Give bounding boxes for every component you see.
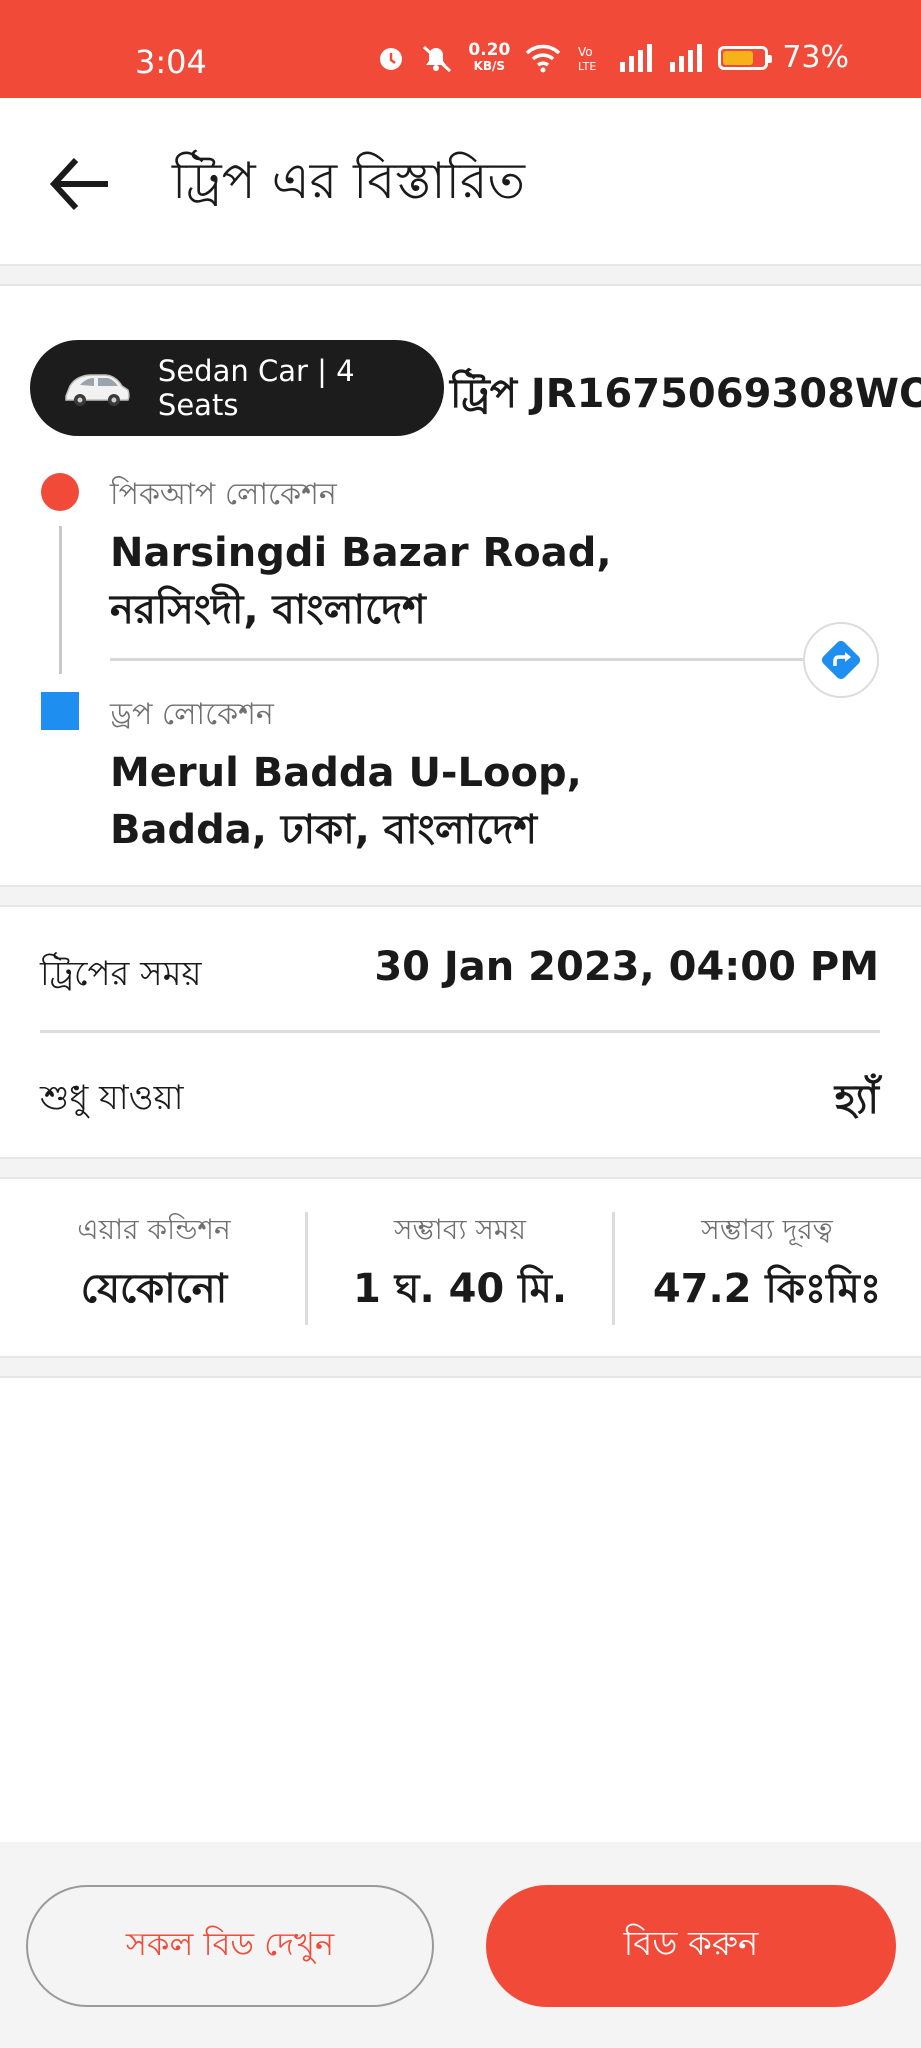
car-icon [65, 374, 130, 406]
stat-estimated-time: সম্ভাব্য সময় 1 ঘ. 40 মি. [310, 1210, 610, 1314]
vehicle-label: Sedan Car | 4 Seats [157, 354, 355, 422]
pickup-label: পিকআপ লোকেশন [110, 477, 337, 512]
battery-icon [718, 45, 773, 70]
status-bar: 3:04 0.20 KB/S Vo LTE 73% [0, 0, 921, 98]
trip-time-label: ট্রিপের সময় [40, 954, 202, 994]
signal-icon [668, 43, 704, 72]
stat-value: 1 ঘ. 40 মি. [352, 1266, 568, 1312]
arrow-left-icon [49, 157, 108, 211]
stat-label: সম্ভাব্য সময় [394, 1213, 526, 1246]
directions-icon [821, 640, 861, 680]
bid-button[interactable]: বিড করুন [486, 1885, 896, 2007]
pickup-marker-icon [41, 473, 79, 511]
stat-value: 47.2 কিঃমিঃ [652, 1266, 882, 1312]
battery-fill [723, 50, 753, 65]
stat-label: এয়ার কন্ডিশন [77, 1213, 231, 1246]
drop-label: ড্রপ লোকেশন [110, 697, 274, 732]
one-way-label: শুধু যাওয়া [40, 1078, 184, 1118]
drop-address: Merul Badda U-Loop, Badda, ঢাকা, বাংলাদে… [110, 750, 582, 853]
section-divider [0, 264, 921, 286]
bottom-action-bar: সকল বিড দেখুন বিড করুন [0, 1842, 921, 2048]
back-button[interactable] [44, 148, 116, 220]
net-speed-unit: KB/S [473, 58, 506, 73]
net-speed: 0.20 KB/S [468, 39, 511, 74]
stat-value: যেকোনো [80, 1266, 228, 1312]
battery-percent: 73% [782, 40, 849, 75]
pickup-address: Narsingdi Bazar Road, নরসিংদী, বাংলাদেশ [110, 530, 612, 633]
trip-time-value: 30 Jan 2023, 04:00 PM [374, 944, 879, 990]
alarm-icon [376, 43, 406, 73]
section-divider [0, 1157, 921, 1179]
drop-marker-icon [41, 692, 79, 730]
page-title: ট্রিপ এর বিস্তারিত [172, 152, 525, 210]
stat-label: সম্ভাব্য দূরত্ব [701, 1213, 833, 1246]
signal-icon [618, 43, 654, 72]
app-bar: ট্রিপ এর বিস্তারিত [0, 98, 921, 264]
route-divider [110, 658, 810, 661]
directions-button[interactable] [803, 622, 879, 698]
status-time: 3:04 [135, 43, 207, 81]
mute-icon [420, 43, 454, 73]
row-divider [40, 1030, 880, 1033]
svg-text:LTE: LTE [578, 60, 596, 73]
svg-text:Vo: Vo [578, 45, 593, 59]
route-line [59, 526, 62, 674]
vehicle-badge: Sedan Car | 4 Seats [30, 340, 444, 436]
stat-estimated-distance: সম্ভাব্য দূরত্ব 47.2 কিঃমিঃ [617, 1210, 917, 1314]
stat-divider [612, 1212, 615, 1325]
one-way-value: হ্যাঁ [834, 1077, 879, 1123]
section-divider [0, 885, 921, 907]
volte-icon: Vo LTE [576, 43, 604, 73]
stat-air-condition: এয়ার কন্ডিশন যেকোনো [4, 1210, 304, 1314]
section-divider [0, 1356, 921, 1378]
wifi-icon [524, 43, 562, 73]
status-icons: 0.20 KB/S Vo LTE 73% [376, 40, 849, 75]
net-speed-value: 0.20 [468, 39, 511, 60]
stat-divider [305, 1212, 308, 1325]
view-all-bids-button[interactable]: সকল বিড দেখুন [26, 1885, 434, 2007]
trip-id: ট্রিপ JR1675069308WO [450, 371, 921, 417]
